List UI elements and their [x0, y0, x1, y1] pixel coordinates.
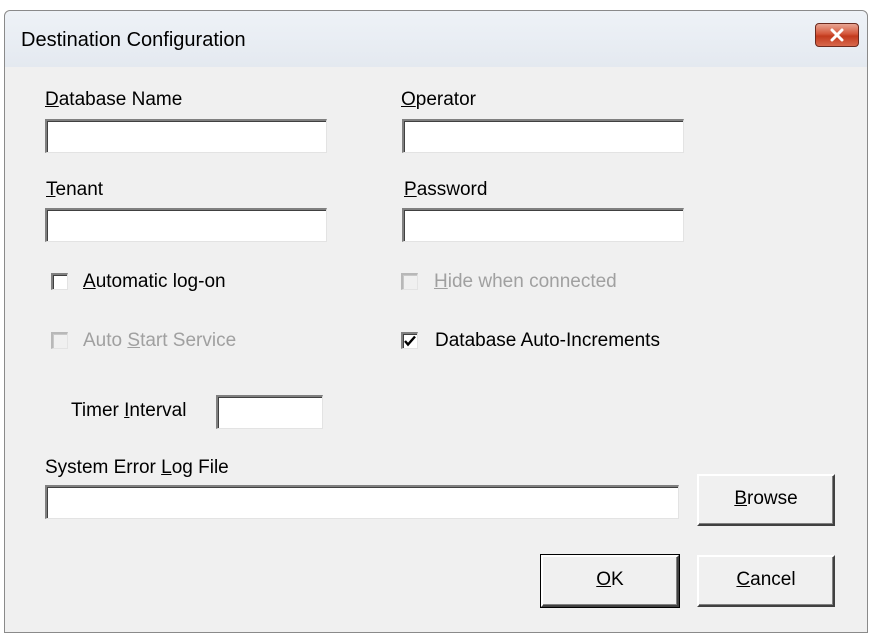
close-button[interactable] [815, 23, 859, 47]
ok-button[interactable]: OK [540, 554, 680, 608]
database-auto-increments-checkbox[interactable] [401, 332, 418, 349]
checkmark-icon [404, 335, 416, 347]
automatic-logon-label[interactable]: Automatic log-on [83, 271, 226, 293]
auto-start-service-checkbox[interactable] [51, 332, 68, 349]
auto-start-service-label[interactable]: Auto Start Service [83, 330, 236, 352]
hide-when-connected-label[interactable]: Hide when connected [434, 271, 617, 293]
operator-field[interactable] [402, 119, 684, 153]
tenant-label: Tenant [46, 179, 104, 200]
password-field[interactable] [402, 208, 684, 242]
operator-label: Operator [401, 89, 476, 110]
database-auto-increments-label[interactable]: Database Auto-Increments [435, 330, 660, 352]
password-label: Password [404, 179, 488, 200]
window-title: Destination Configuration [21, 29, 246, 51]
dialog-window: Destination Configuration Database Name … [4, 10, 868, 633]
close-icon [830, 28, 844, 42]
timer-interval-label: Timer Interval [71, 400, 187, 421]
system-error-log-label: System Error Log File [45, 457, 229, 478]
system-error-log-field[interactable] [45, 485, 679, 519]
tenant-field[interactable] [45, 208, 327, 242]
cancel-button[interactable]: Cancel [697, 555, 835, 607]
browse-button[interactable]: Browse [697, 474, 835, 526]
title-bar[interactable]: Destination Configuration [5, 11, 867, 67]
automatic-logon-checkbox[interactable] [51, 273, 68, 290]
timer-interval-field[interactable] [216, 395, 323, 429]
database-name-label: Database Name [45, 89, 183, 110]
database-name-field[interactable] [45, 119, 327, 153]
hide-when-connected-checkbox[interactable] [401, 273, 418, 290]
